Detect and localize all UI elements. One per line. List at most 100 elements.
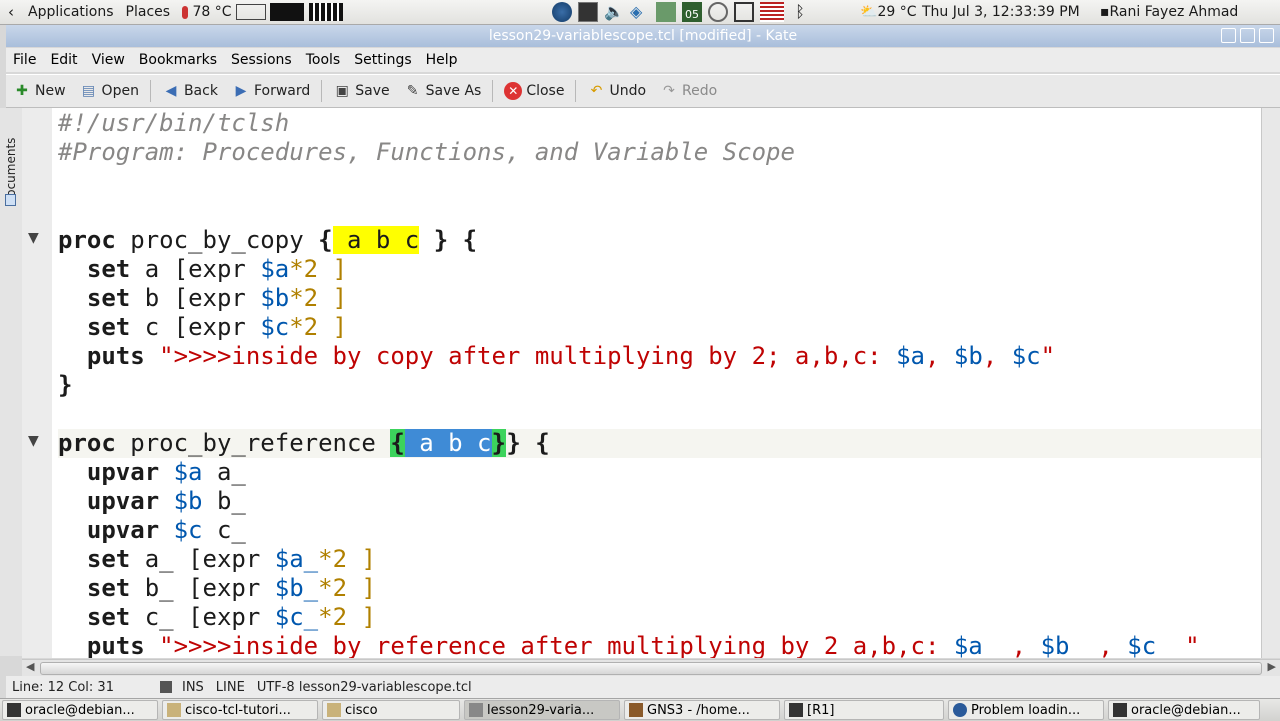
task-label: [R1] [807, 702, 835, 718]
minimize-icon[interactable] [1221, 28, 1236, 43]
set-keyword: set [86, 313, 131, 341]
task-kate-lesson29[interactable]: lesson29-varia... [464, 700, 620, 720]
weather[interactable]: ⛅29 °C [854, 4, 922, 20]
number: *2 ] [318, 603, 376, 631]
forward-button[interactable]: ▶ Forward [225, 82, 317, 100]
weather-icon: ⛅ [860, 4, 878, 20]
new-button[interactable]: ✚ New [6, 82, 73, 100]
scroll-left-arrow-icon[interactable]: ◀ [26, 660, 34, 673]
volume-icon[interactable]: 🔈 [604, 2, 624, 22]
terminal-icon[interactable] [578, 2, 598, 22]
code-line-puts-reference: puts ">>>>inside by reference after mult… [58, 632, 1268, 658]
keyboard-layout-flag-icon[interactable] [760, 2, 784, 22]
task-label: Problem loadin... [971, 702, 1081, 718]
puts-keyword: puts [86, 632, 145, 658]
new-label: New [35, 83, 66, 99]
redo-button[interactable]: ↷ Redo [653, 82, 724, 100]
back-button[interactable]: ◀ Back [155, 82, 225, 100]
toolbar-separator [321, 80, 323, 102]
vertical-scrollbar[interactable] [1261, 108, 1280, 658]
clock[interactable]: Thu Jul 3, 12:33:39 PM [916, 4, 1086, 20]
update-icon[interactable] [708, 2, 728, 22]
code-editor[interactable]: ▼ ▼ #!/usr/bin/tclsh #Program: Procedure… [22, 108, 1280, 658]
menu-view[interactable]: View [85, 52, 132, 68]
code-line-upvar-c: upvar $c c_ [58, 516, 1268, 545]
menu-bar: File Edit View Bookmarks Sessions Tools … [6, 48, 1280, 72]
menu-edit[interactable]: Edit [43, 52, 84, 68]
fold-arrow-icon[interactable]: ▼ [28, 230, 39, 246]
number: *2 ] [289, 284, 348, 312]
gns3-icon [629, 703, 643, 717]
proc-name: proc_by_copy [115, 226, 319, 254]
horizontal-scroll-thumb[interactable] [40, 662, 1262, 675]
variable: $c [173, 516, 203, 544]
panel-left-arrow-icon[interactable]: ‹ [0, 3, 22, 21]
calendar-icon[interactable]: 05 [682, 2, 702, 22]
menu-sessions[interactable]: Sessions [224, 52, 299, 68]
browser-globe-icon [953, 703, 967, 717]
open-folder-icon: ▤ [81, 83, 96, 99]
documents-side-tab[interactable]: Documents [0, 108, 23, 656]
places-menu[interactable]: Places [120, 4, 177, 20]
code-text: a [expr [130, 255, 261, 283]
menu-settings[interactable]: Settings [347, 52, 418, 68]
set-keyword: set [86, 255, 131, 283]
window-title-bar[interactable]: lesson29-variablescope.tcl [modified] - … [6, 25, 1280, 47]
task-terminal-oracle-2[interactable]: oracle@debian... [1108, 700, 1260, 720]
insert-mode[interactable]: INS [176, 680, 210, 695]
task-terminal-oracle[interactable]: oracle@debian... [2, 700, 158, 720]
open-button[interactable]: ▤ Open [73, 82, 146, 100]
close-window-icon[interactable] [1259, 28, 1274, 43]
menu-tools[interactable]: Tools [299, 52, 348, 68]
save-button[interactable]: ▣ Save [326, 82, 396, 100]
upvar-keyword: upvar [86, 516, 160, 544]
upvar-keyword: upvar [86, 487, 160, 515]
terminal-icon [7, 703, 21, 717]
terminal-icon [789, 703, 803, 717]
network-manager-icon[interactable] [656, 2, 676, 22]
code-line-set-a2: set a_ [expr $a_*2 ] [58, 545, 1268, 574]
folder-icon [167, 703, 181, 717]
clipboard-icon[interactable] [734, 2, 754, 22]
selection-mode[interactable]: LINE [210, 680, 251, 695]
globe-icon[interactable] [552, 2, 572, 22]
bluetooth-icon[interactable]: ᛒ [790, 2, 810, 22]
variable: $b_ [1040, 632, 1084, 658]
code-text: a_ [expr [130, 545, 275, 573]
mem-graph-icon [270, 3, 305, 21]
save-as-button[interactable]: ✎ Save As [397, 82, 489, 100]
forward-arrow-icon: ▶ [235, 83, 247, 99]
task-browser-problem-loading[interactable]: Problem loadin... [948, 700, 1104, 720]
string-literal: , [982, 342, 1012, 370]
variable: $b [260, 284, 290, 312]
close-circle-icon: ✕ [504, 82, 523, 100]
undo-button[interactable]: ↶ Undo [580, 82, 653, 100]
menu-bookmarks[interactable]: Bookmarks [132, 52, 224, 68]
task-gns3[interactable]: GNS3 - /home... [624, 700, 780, 720]
applications-menu[interactable]: Applications [22, 4, 120, 20]
main-toolbar: ✚ New ▤ Open ◀ Back ▶ Forward ▣ Save ✎ Save As… [6, 74, 1280, 108]
task-r1[interactable]: [R1] [784, 700, 944, 720]
window-title: lesson29-variablescope.tcl [modified] - … [488, 28, 798, 44]
horizontal-scrollbar[interactable]: ◀ ▶ [22, 659, 1280, 676]
number: *2 ] [318, 545, 376, 573]
chat-icon: ▪ [1100, 4, 1110, 20]
code-text: b [expr [130, 284, 261, 312]
fold-gutter: ▼ ▼ [22, 108, 52, 658]
fold-arrow-icon[interactable]: ▼ [28, 433, 39, 449]
scroll-right-arrow-icon[interactable]: ▶ [1268, 660, 1276, 673]
save-as-icon: ✎ [406, 83, 419, 99]
variable: $b [173, 487, 203, 515]
task-cisco-tcl-tutorial[interactable]: cisco-tcl-tutori... [162, 700, 318, 720]
variable: $a_ [953, 632, 998, 658]
network-icon[interactable]: ◈ [630, 2, 650, 22]
variable: $b [953, 342, 983, 370]
task-cisco[interactable]: cisco [322, 700, 460, 720]
menu-file[interactable]: File [6, 52, 43, 68]
maximize-icon[interactable] [1240, 28, 1255, 43]
menu-help[interactable]: Help [419, 52, 465, 68]
close-button[interactable]: ✕ Close [497, 82, 571, 100]
user-menu[interactable]: ▪Rani Fayez Ahmad [1094, 4, 1244, 20]
